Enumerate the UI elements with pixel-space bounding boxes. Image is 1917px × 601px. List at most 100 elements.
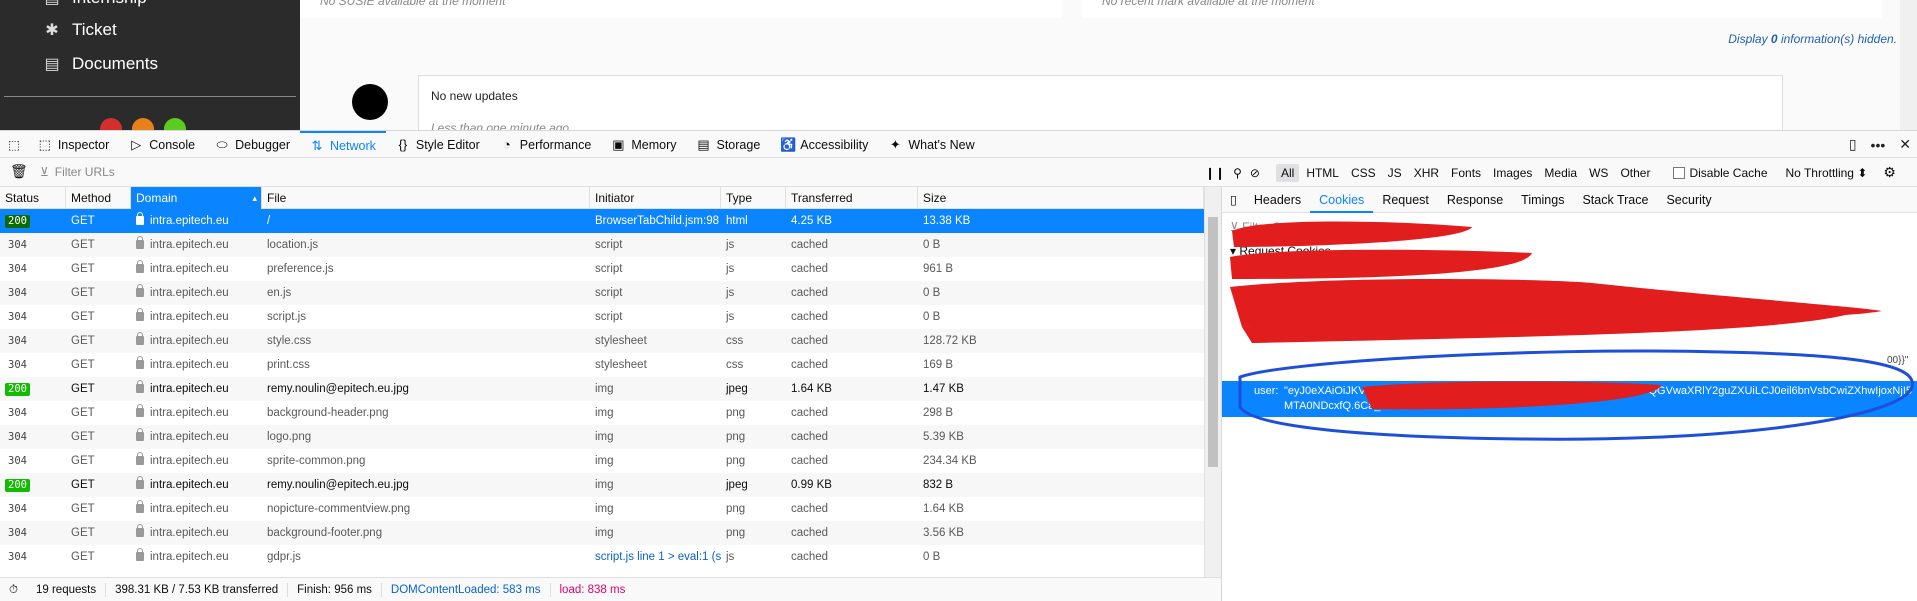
filter-type-all[interactable]: All	[1275, 163, 1300, 182]
summary-requests: 19 requests	[27, 582, 107, 597]
cell-transferred: cached	[786, 305, 918, 329]
method-text: GET	[71, 359, 95, 371]
domain-text: intra.epitech.eu	[150, 287, 229, 299]
cell-initiator: img	[590, 449, 721, 473]
column-header-type[interactable]: Type	[721, 187, 786, 209]
devtools-toolbar: ⬚ ⬚ Inspector ▷ Console ⬭ Debugger ⇅ Network {} S…	[0, 131, 1917, 158]
cell-size: 169 B	[918, 353, 1204, 377]
sidebar-item-documents[interactable]: ▤ Documents	[42, 54, 158, 74]
filter-type-xhr[interactable]: XHR	[1409, 164, 1444, 182]
throttling-select[interactable]: No Throttling ⬍	[1786, 166, 1868, 180]
table-row[interactable]: 200 GET intra.epitech.eu remy.noulin@epitec…	[0, 473, 1204, 497]
file-text: nopicture-commentview.png	[267, 503, 411, 515]
table-row[interactable]: 304 GET intra.epitech.eu nopicture-commentv…	[0, 497, 1204, 521]
table-row[interactable]: 304 GET intra.epitech.eu location.js script j…	[0, 233, 1204, 257]
sidebar-item-ticket[interactable]: ✱ Ticket	[42, 20, 116, 40]
tab-what-s-new[interactable]: ✦ What's New	[878, 131, 984, 158]
close-icon[interactable]: ✕	[1899, 136, 1911, 153]
table-row[interactable]: 304 GET intra.epitech.eu preference.js scrip…	[0, 257, 1204, 281]
filter-type-css[interactable]: CSS	[1346, 164, 1381, 182]
tab-console[interactable]: ▷ Console	[119, 131, 205, 158]
cell-transferred: cached	[786, 281, 918, 305]
cell-file: logo.png	[262, 425, 590, 449]
filter-type-ws[interactable]: WS	[1584, 164, 1613, 182]
cell-size: 1.47 KB	[918, 377, 1204, 401]
inspector-icon: ⬚	[38, 136, 51, 152]
request-details-panel: ▯ Headers Cookies Request Response Timings St…	[1221, 187, 1917, 601]
devtools-tabs: ⬚ Inspector ▷ Console ⬭ Debugger ⇅ Network {} Sty…	[28, 131, 985, 157]
filter-type-js[interactable]: JS	[1383, 164, 1407, 182]
column-header-initiator[interactable]: Initiator	[590, 187, 721, 209]
tab-memory[interactable]: ▣ Memory	[601, 131, 686, 158]
transferred-text: 0.99 KB	[791, 479, 832, 491]
summary-load: load: 838 ms	[559, 583, 626, 596]
cell-initiator: script	[590, 257, 721, 281]
tab-performance[interactable]: ◔ Performance	[490, 131, 602, 158]
method-text: GET	[71, 551, 95, 563]
cell-domain: intra.epitech.eu	[131, 401, 262, 425]
scrollbar-thumb[interactable]	[1208, 217, 1218, 467]
column-header-file[interactable]: File	[262, 187, 590, 209]
column-header-size[interactable]: Size	[918, 187, 1204, 209]
tab-debugger[interactable]: ⬭ Debugger	[205, 131, 300, 158]
checkbox-box[interactable]	[1673, 167, 1686, 180]
disable-cache-checkbox[interactable]: Disable Cache	[1673, 166, 1768, 180]
cell-method: GET	[66, 497, 131, 521]
requests-scrollbar[interactable]	[1204, 187, 1221, 577]
column-header-domain[interactable]: Domain ▴	[131, 187, 262, 209]
filter-type-images[interactable]: Images	[1488, 164, 1537, 182]
type-text: css	[726, 359, 744, 371]
cell-file: preference.js	[262, 257, 590, 281]
filter-urls-input[interactable]: ⊻ Filter URLs	[40, 162, 1200, 182]
table-row[interactable]: 304 GET intra.epitech.eu background-header.…	[0, 401, 1204, 425]
tab-inspector[interactable]: ⬚ Inspector	[28, 131, 119, 158]
filter-type-fonts[interactable]: Fonts	[1446, 164, 1486, 182]
tab-accessibility[interactable]: ♿ Accessibility	[770, 131, 878, 158]
page-scrollbar[interactable]	[1900, 0, 1917, 130]
trash-icon[interactable]: 🗑	[10, 163, 28, 180]
table-row[interactable]: 304 GET intra.epitech.eu print.css styleshee…	[0, 353, 1204, 377]
dock-icon[interactable]: ▯	[1849, 136, 1857, 153]
more-options-icon[interactable]: •••	[1871, 137, 1886, 153]
tab-style-editor[interactable]: {} Style Editor	[386, 131, 490, 158]
size-text: 128.72 KB	[923, 335, 977, 347]
tab-storage[interactable]: ▤ Storage	[687, 131, 771, 158]
table-row[interactable]: 304 GET intra.epitech.eu background-footer.…	[0, 521, 1204, 545]
settings-gear-icon[interactable]: ⚙	[1883, 164, 1896, 181]
type-text: png	[726, 503, 746, 515]
hidden-info-link[interactable]: Display 0 information(s) hidden.	[1728, 32, 1897, 46]
element-picker-button[interactable]: ⬚	[0, 131, 28, 158]
file-text: remy.noulin@epitech.eu.jpg	[267, 383, 409, 395]
doc-icon: ▤	[44, 56, 60, 73]
status-badge: 304	[8, 407, 27, 419]
column-header-status[interactable]: Status	[0, 187, 66, 209]
block-icon[interactable]: ⊘	[1250, 166, 1260, 180]
size-text: 169 B	[923, 359, 954, 371]
table-row[interactable]: 304 GET intra.epitech.eu logo.png img png cach…	[0, 425, 1204, 449]
cell-type: css	[721, 329, 786, 353]
domain-text: intra.epitech.eu	[150, 215, 229, 227]
column-header-method[interactable]: Method	[66, 187, 131, 209]
filter-type-media[interactable]: Media	[1539, 164, 1582, 182]
summary-finish: Finish: 956 ms	[288, 582, 382, 597]
filter-type-html[interactable]: HTML	[1301, 164, 1344, 182]
tab-network[interactable]: ⇅ Network	[300, 131, 386, 158]
pause-icon[interactable]: ❙❙	[1205, 166, 1225, 180]
type-text: js	[726, 263, 735, 275]
transferred-text: cached	[791, 263, 829, 275]
sidebar-item-internship[interactable]: ▤ Internship	[42, 0, 146, 8]
table-row[interactable]: 304 GET intra.epitech.eu gdpr.js script.js l…	[0, 545, 1204, 569]
lock-icon	[136, 524, 144, 537]
table-row[interactable]: 200 GET intra.epitech.eu / BrowserTabChild.j…	[0, 209, 1204, 233]
initiator-text[interactable]: script.js line 1 > eval:1 (script)	[595, 551, 721, 563]
table-row[interactable]: 304 GET intra.epitech.eu style.css styleshee…	[0, 329, 1204, 353]
table-row[interactable]: 304 GET intra.epitech.eu en.js script js cache…	[0, 281, 1204, 305]
column-header-transferred[interactable]: Transferred	[786, 187, 918, 209]
table-row[interactable]: 200 GET intra.epitech.eu remy.noulin@epitec…	[0, 377, 1204, 401]
cell-file: script.js	[262, 305, 590, 329]
table-row[interactable]: 304 GET intra.epitech.eu sprite-common.png i…	[0, 449, 1204, 473]
search-icon[interactable]: ⚲	[1233, 166, 1242, 180]
filter-type-other[interactable]: Other	[1615, 164, 1655, 182]
transferred-text: cached	[791, 407, 829, 419]
table-row[interactable]: 304 GET intra.epitech.eu script.js script js c…	[0, 305, 1204, 329]
